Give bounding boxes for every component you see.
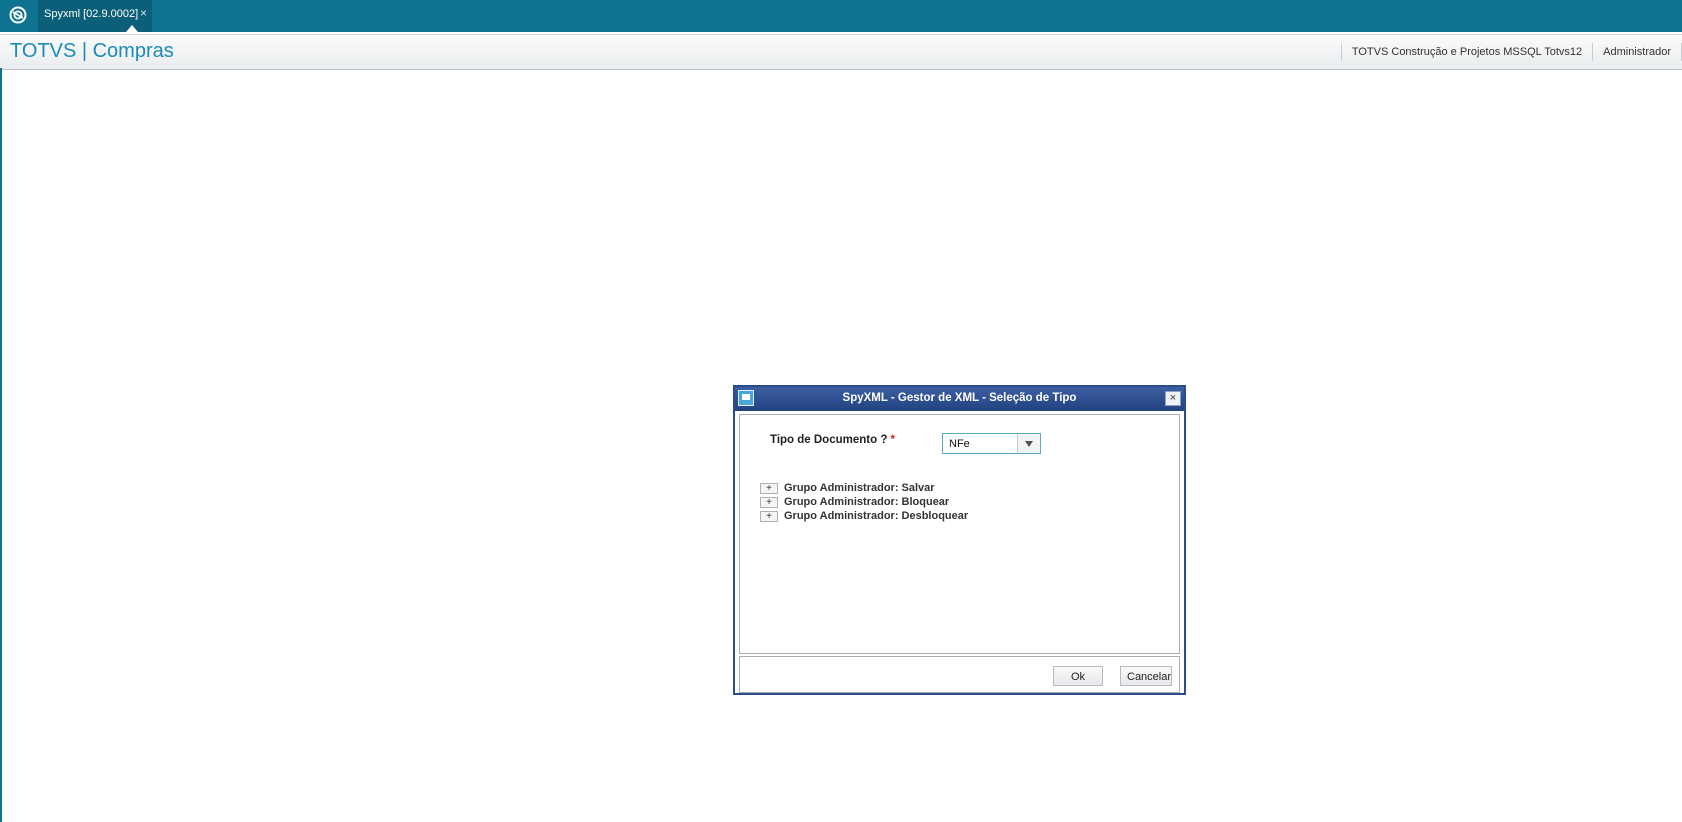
tipo-documento-label: Tipo de Documento ? *	[770, 434, 895, 446]
tree-item-label: Grupo Administrador: Bloquear	[784, 496, 950, 508]
tree-item-bloquear[interactable]: + Grupo Administrador: Bloquear	[760, 495, 968, 509]
app-header: TOTVS | Compras TOTVS Construção e Proje…	[0, 34, 1682, 70]
totvs-logo-icon[interactable]	[9, 6, 27, 24]
tab-spyxml[interactable]: Spyxml [02.9.0002] ×	[38, 0, 152, 32]
user-label[interactable]: Administrador	[1593, 46, 1681, 58]
cancel-button[interactable]: Cancelar	[1120, 666, 1172, 686]
dialog-titlebar[interactable]: SpyXML - Gestor de XML - Seleção de Tipo…	[735, 387, 1184, 411]
environment-label[interactable]: TOTVS Construção e Projetos MSSQL Totvs1…	[1342, 46, 1592, 58]
tree-item-label: Grupo Administrador: Desbloquear	[784, 510, 969, 522]
dialog-footer: Ok Cancelar	[739, 656, 1180, 693]
ok-button[interactable]: Ok	[1053, 666, 1103, 686]
tab-close-icon[interactable]: ×	[140, 6, 147, 20]
tree-item-desbloquear[interactable]: + Grupo Administrador: Desbloquear	[760, 509, 968, 523]
active-tab-indicator	[126, 25, 138, 32]
dialog-body: Tipo de Documento ? * NFe + Grupo Admini…	[739, 414, 1180, 654]
top-tab-bar: Spyxml [02.9.0002] ×	[0, 0, 1682, 32]
tipo-documento-select[interactable]: NFe	[942, 433, 1041, 454]
expand-plus-icon[interactable]: +	[760, 482, 778, 494]
chevron-down-icon[interactable]	[1017, 434, 1040, 453]
select-value: NFe	[949, 438, 970, 450]
tree-item-label: Grupo Administrador: Salvar	[784, 482, 935, 494]
left-border	[0, 68, 2, 822]
dialog-title: SpyXML - Gestor de XML - Seleção de Tipo	[842, 392, 1077, 404]
expand-plus-icon[interactable]: +	[760, 496, 778, 508]
header-info: TOTVS Construção e Projetos MSSQL Totvs1…	[1340, 35, 1682, 69]
field-label-text: Tipo de Documento ?	[770, 434, 888, 446]
tab-label: Spyxml [02.9.0002]	[44, 8, 139, 20]
tree-item-salvar[interactable]: + Grupo Administrador: Salvar	[760, 481, 968, 495]
required-mark: *	[890, 434, 896, 446]
close-icon[interactable]: ×	[1165, 391, 1181, 406]
expand-plus-icon[interactable]: +	[760, 510, 778, 522]
tipo-selection-dialog: SpyXML - Gestor de XML - Seleção de Tipo…	[733, 385, 1186, 695]
app-title: TOTVS | Compras	[10, 40, 174, 62]
permissions-tree: + Grupo Administrador: Salvar + Grupo Ad…	[760, 481, 968, 523]
